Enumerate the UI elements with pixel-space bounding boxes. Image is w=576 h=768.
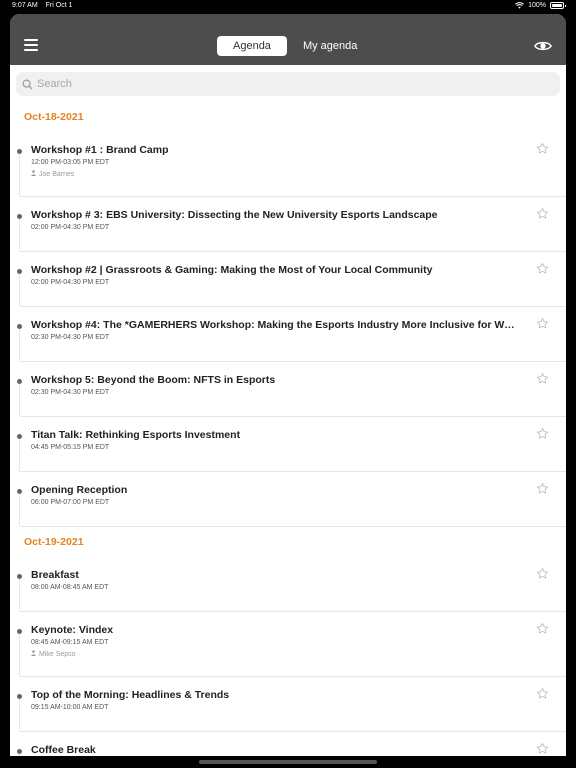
status-time: 9:07 AM — [12, 2, 38, 9]
session-row[interactable]: Workshop 5: Beyond the Boom: NFTS in Esp… — [17, 362, 566, 417]
battery-percent: 100% — [528, 2, 546, 9]
session-speaker: Mike Sepso — [31, 650, 566, 658]
session-title: Top of the Morning: Headlines & Trends — [31, 689, 230, 701]
timeline-line — [19, 274, 20, 306]
session-title: Workshop #2 | Grassroots & Gaming: Makin… — [31, 264, 433, 276]
timeline-line — [19, 579, 20, 611]
tab-my-agenda[interactable]: My agenda — [287, 36, 373, 56]
top-bar: Agenda My agenda — [10, 14, 566, 65]
timeline-dot — [17, 629, 22, 634]
session-row[interactable]: Keynote: Vindex 08:45 AM-09:15 AM EDT Mike… — [17, 612, 566, 677]
favorite-star-icon[interactable] — [536, 207, 549, 225]
date-header: Oct-19-2021 — [24, 536, 84, 548]
session-time: 12:00 PM-03:05 PM EDT — [31, 159, 110, 166]
session-speaker: Joe Barnes — [31, 170, 566, 178]
session-row[interactable]: Coffee Break — [17, 732, 566, 756]
session-time: 02:30 PM-04:30 PM EDT — [31, 334, 110, 341]
session-time: 02:00 PM-04:30 PM EDT — [31, 279, 110, 286]
session-time: 08:45 AM-09:15 AM EDT — [31, 639, 109, 646]
timeline-dot — [17, 434, 22, 439]
timeline-dot — [17, 214, 22, 219]
session-row[interactable]: Top of the Morning: Headlines & Trends 09… — [17, 677, 566, 732]
person-icon — [31, 650, 36, 658]
date-header: Oct-18-2021 — [24, 111, 84, 123]
session-row[interactable]: Breakfast 08:00 AM-08:45 AM EDT — [17, 557, 566, 612]
status-date: Fri Oct 1 — [45, 2, 73, 9]
favorite-star-icon[interactable] — [536, 427, 549, 445]
battery-icon — [550, 2, 566, 9]
person-icon — [31, 170, 36, 178]
session-title: Keynote: Vindex — [31, 624, 114, 636]
session-title: Coffee Break — [31, 744, 96, 756]
timeline-dot — [17, 149, 22, 154]
favorite-star-icon[interactable] — [536, 687, 549, 705]
session-row[interactable]: Workshop # 3: EBS University: Dissecting… — [17, 197, 566, 252]
favorite-star-icon[interactable] — [536, 622, 549, 640]
timeline-line — [19, 494, 20, 526]
timeline-dot — [17, 749, 22, 754]
search-bar[interactable] — [16, 72, 560, 96]
favorite-star-icon[interactable] — [536, 142, 549, 160]
session-title: Workshop #1 : Brand Camp — [31, 144, 169, 156]
favorite-star-icon[interactable] — [536, 482, 549, 500]
timeline-dot — [17, 694, 22, 699]
session-title: Breakfast — [31, 569, 79, 581]
session-title: Workshop #4: The *GAMERHERS Workshop: Ma… — [31, 319, 515, 331]
timeline-dot — [17, 574, 22, 579]
session-row[interactable]: Titan Talk: Rethinking Esports Investmen… — [17, 417, 566, 472]
eye-icon[interactable] — [534, 39, 552, 53]
timeline-line — [19, 634, 20, 676]
favorite-star-icon[interactable] — [536, 372, 549, 390]
favorite-star-icon[interactable] — [536, 317, 549, 335]
session-time: 06:00 PM-07:00 PM EDT — [31, 499, 110, 506]
session-row[interactable]: Workshop #1 : Brand Camp 12:00 PM-03:05 P… — [17, 132, 566, 197]
session-row[interactable]: Workshop #2 | Grassroots & Gaming: Makin… — [17, 252, 566, 307]
wifi-icon — [515, 2, 525, 9]
session-time: 02:00 PM-04:30 PM EDT — [31, 224, 110, 231]
tab-agenda[interactable]: Agenda — [217, 36, 287, 56]
session-time: 02:30 PM-04:30 PM EDT — [31, 389, 110, 396]
session-time: 09:15 AM-10:00 AM EDT — [31, 704, 109, 711]
agenda-list: Oct-18-2021 Workshop #1 : Brand Camp 12:00… — [10, 102, 566, 756]
session-row[interactable]: Workshop #4: The *GAMERHERS Workshop: Ma… — [17, 307, 566, 362]
timeline-line — [19, 219, 20, 251]
status-bar: 9:07 AM Fri Oct 1 100% — [0, 0, 576, 13]
favorite-star-icon[interactable] — [536, 262, 549, 280]
session-title: Titan Talk: Rethinking Esports Investmen… — [31, 429, 241, 441]
favorite-star-icon[interactable] — [536, 567, 549, 585]
session-title: Opening Reception — [31, 484, 128, 496]
app-window: Agenda My agenda Oct-18-2021 Workshop #1 … — [10, 14, 566, 756]
speaker-name: Joe Barnes — [39, 170, 75, 178]
timeline-line — [19, 384, 20, 416]
timeline-line — [19, 154, 20, 196]
speaker-name: Mike Sepso — [39, 650, 76, 658]
home-indicator — [199, 760, 377, 764]
timeline-dot — [17, 379, 22, 384]
search-icon — [22, 79, 33, 90]
hamburger-menu-button[interactable] — [24, 39, 38, 51]
agenda-segmented-control: Agenda My agenda — [217, 36, 373, 56]
timeline-line — [19, 754, 20, 756]
timeline-line — [19, 699, 20, 731]
timeline-dot — [17, 324, 22, 329]
favorite-star-icon[interactable] — [536, 742, 549, 756]
search-input[interactable] — [37, 78, 537, 90]
session-title: Workshop # 3: EBS University: Dissecting… — [31, 209, 438, 221]
timeline-dot — [17, 269, 22, 274]
timeline-line — [19, 439, 20, 471]
session-time: 04:45 PM-05:15 PM EDT — [31, 444, 110, 451]
session-title: Workshop 5: Beyond the Boom: NFTS in Esp… — [31, 374, 276, 386]
session-time: 08:00 AM-08:45 AM EDT — [31, 584, 109, 591]
session-row[interactable]: Opening Reception 06:00 PM-07:00 PM EDT — [17, 472, 566, 527]
timeline-line — [19, 329, 20, 361]
timeline-dot — [17, 489, 22, 494]
